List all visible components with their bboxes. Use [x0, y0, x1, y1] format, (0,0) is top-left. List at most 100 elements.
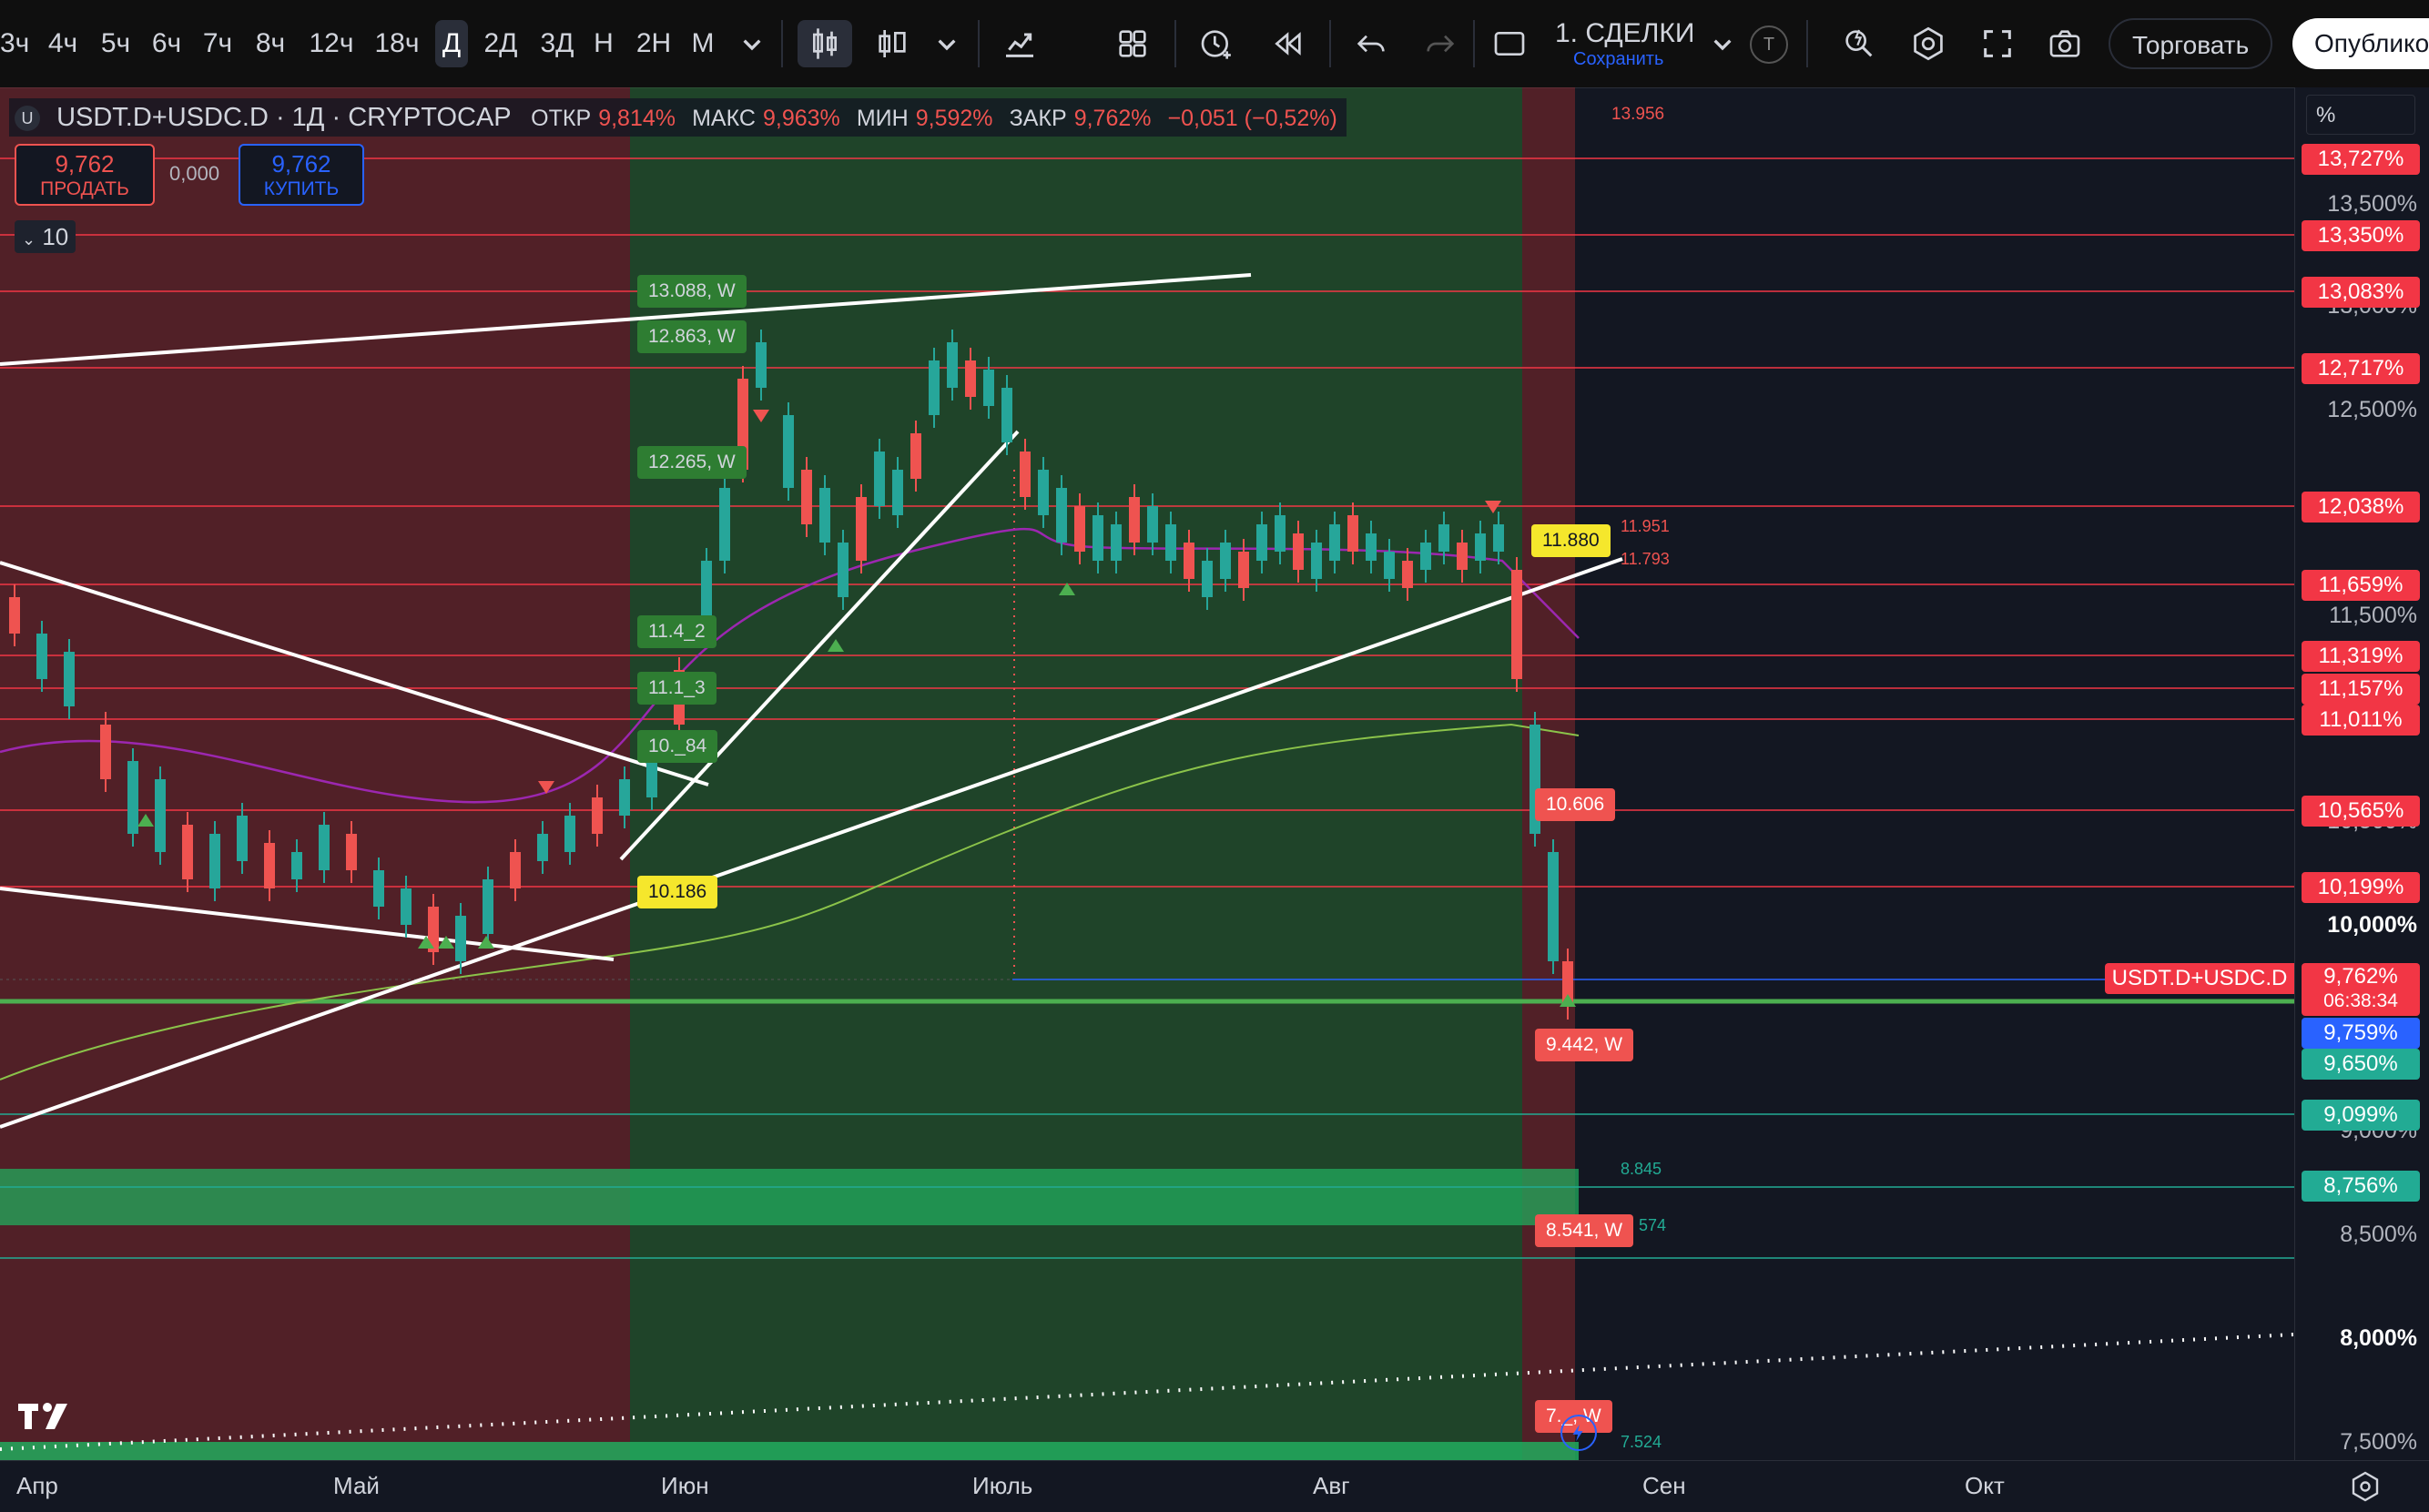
candle-body [1165, 524, 1176, 561]
candle-body [1493, 524, 1504, 552]
candle-body [1311, 543, 1322, 579]
indicators-toggle[interactable]: ⌄ 10 [15, 220, 76, 253]
sell-label: ПРОДАТЬ [40, 178, 129, 199]
level-tag: 10,565% [2302, 796, 2420, 827]
candle-body [719, 488, 730, 561]
month-label: Май [333, 1472, 380, 1499]
candles-chart-icon[interactable] [798, 20, 852, 67]
candle-body [237, 816, 248, 861]
t-badge[interactable]: T [1750, 25, 1788, 64]
unit-selector[interactable]: % [2306, 95, 2415, 135]
layout-square-icon[interactable] [1486, 20, 1533, 67]
candle-body [819, 488, 830, 543]
open-label: ОТКР [531, 106, 592, 131]
candle-body [1420, 543, 1431, 570]
timeframe-6h[interactable]: 6ч [147, 20, 186, 67]
candle-body [1275, 515, 1286, 552]
layout-name[interactable]: 1. СДЕЛКИ [1555, 18, 1694, 49]
candle-body [1511, 570, 1522, 679]
flash-icon[interactable] [1560, 1415, 1597, 1451]
tradingview-logo[interactable] [16, 1398, 75, 1435]
timeframe-1d[interactable]: Д [435, 20, 468, 67]
timeframe-1m[interactable]: М [688, 20, 717, 67]
quick-search-icon[interactable] [1835, 20, 1883, 67]
spread-value: 0,000 [169, 162, 220, 185]
candle-body [801, 470, 812, 524]
indicators-icon[interactable] [996, 20, 1043, 67]
camera-snapshot-icon[interactable] [2041, 20, 2089, 67]
timeframe-2w[interactable]: 2Н [632, 20, 676, 67]
chart-type-chevron-down-icon[interactable] [923, 20, 971, 67]
candle-body [264, 843, 275, 888]
current-price: 9,762% [2323, 964, 2398, 989]
sell-price: 9,762 [55, 150, 115, 178]
month-label: Июль [972, 1472, 1033, 1499]
level-tag: 13,350% [2302, 220, 2420, 251]
candle-body [619, 779, 630, 816]
level-tag: 13,083% [2302, 277, 2420, 308]
level-tag: 11,157% [2302, 674, 2420, 705]
timeframe-7h[interactable]: 7ч [198, 20, 237, 67]
trade-button[interactable]: Торговать [2109, 18, 2273, 69]
level-tag: 8,756% [2302, 1171, 2420, 1202]
redo-icon[interactable] [1417, 20, 1464, 67]
candle-body [209, 834, 220, 888]
timeframe-1w[interactable]: Н [590, 20, 617, 67]
price-chart[interactable] [0, 87, 2294, 1460]
chart-pane[interactable]: 13.956 13.088, W 12.863, W 12.265, W 11.… [0, 87, 2294, 1460]
alert-clock-icon[interactable] [1193, 20, 1240, 67]
level-w-label: 12.265, W [637, 446, 747, 479]
chart-settings-icon[interactable] [2349, 1470, 2382, 1503]
timeframe-18h[interactable]: 18ч [371, 20, 422, 67]
timeframe-8h[interactable]: 8ч [251, 20, 290, 67]
undo-icon[interactable] [1347, 20, 1395, 67]
scale-tick: 12,500% [2327, 397, 2417, 422]
candle-body [910, 433, 921, 479]
bar-countdown: 06:38:34 [2323, 990, 2398, 1011]
green-price-tag: 9,650% [2302, 1049, 2420, 1080]
layout-chevron-down-icon[interactable] [1699, 20, 1746, 67]
templates-grid-icon[interactable] [1109, 20, 1156, 67]
candle-body [1111, 524, 1122, 561]
sell-button[interactable]: 9,762 ПРОДАТЬ [15, 144, 155, 206]
current-price-tag: 9,762% 06:38:34 [2302, 963, 2420, 1016]
symbol-badge[interactable]: U [15, 106, 40, 132]
timeframe-3d[interactable]: 3Д [535, 20, 579, 67]
timeframe-2d[interactable]: 2Д [479, 20, 523, 67]
candle-body [874, 452, 885, 506]
timeframe-chevron-down-icon[interactable] [728, 20, 776, 67]
candle-body [1093, 515, 1103, 561]
level-tag: 13,727% [2302, 144, 2420, 175]
level-tag: 12,717% [2302, 353, 2420, 384]
layout-save-link[interactable]: Сохранить [1573, 49, 1663, 70]
time-axis[interactable]: Апр Май Июн Июль Авг Сен Окт [0, 1460, 2429, 1512]
timeframe-12h[interactable]: 12ч [306, 20, 357, 67]
settings-gear-icon[interactable] [1905, 20, 1952, 67]
indicators-count: 10 [42, 223, 69, 250]
buy-label: КУПИТЬ [263, 178, 340, 199]
timeframe-3h[interactable]: 3ч [0, 20, 29, 67]
candle-body [1129, 497, 1140, 543]
green-support-zone [0, 1442, 1579, 1460]
timeframe-4h[interactable]: 4ч [44, 20, 82, 67]
candle-body [182, 825, 193, 879]
buy-button[interactable]: 9,762 КУПИТЬ [239, 144, 364, 206]
high-value: 9,963% [762, 106, 840, 131]
candle-body [155, 779, 166, 852]
fullscreen-icon[interactable] [1974, 20, 2021, 67]
bars-compare-icon[interactable] [869, 20, 916, 67]
level-tag: 11,011% [2302, 705, 2420, 736]
publish-button[interactable]: Опубликовать [2292, 18, 2429, 69]
replay-icon[interactable] [1264, 20, 1311, 67]
candle-body [1147, 506, 1158, 543]
level-w-label: 11.1_3 [637, 672, 717, 705]
candle-body [856, 497, 867, 561]
symbol-title[interactable]: USDT.D+USDC.D · 1Д · CRYPTOCAP [56, 103, 511, 132]
green-small-label: 574 [1639, 1216, 1667, 1234]
candle-body [1438, 524, 1449, 552]
candle-body [373, 870, 384, 907]
timeframe-5h[interactable]: 5ч [97, 20, 135, 67]
candle-body [401, 888, 412, 925]
top-toolbar: 3ч 4ч 5ч 6ч 7ч 8ч 12ч 18ч Д 2Д 3Д Н 2Н М [0, 0, 2429, 88]
candle-body [346, 834, 357, 870]
